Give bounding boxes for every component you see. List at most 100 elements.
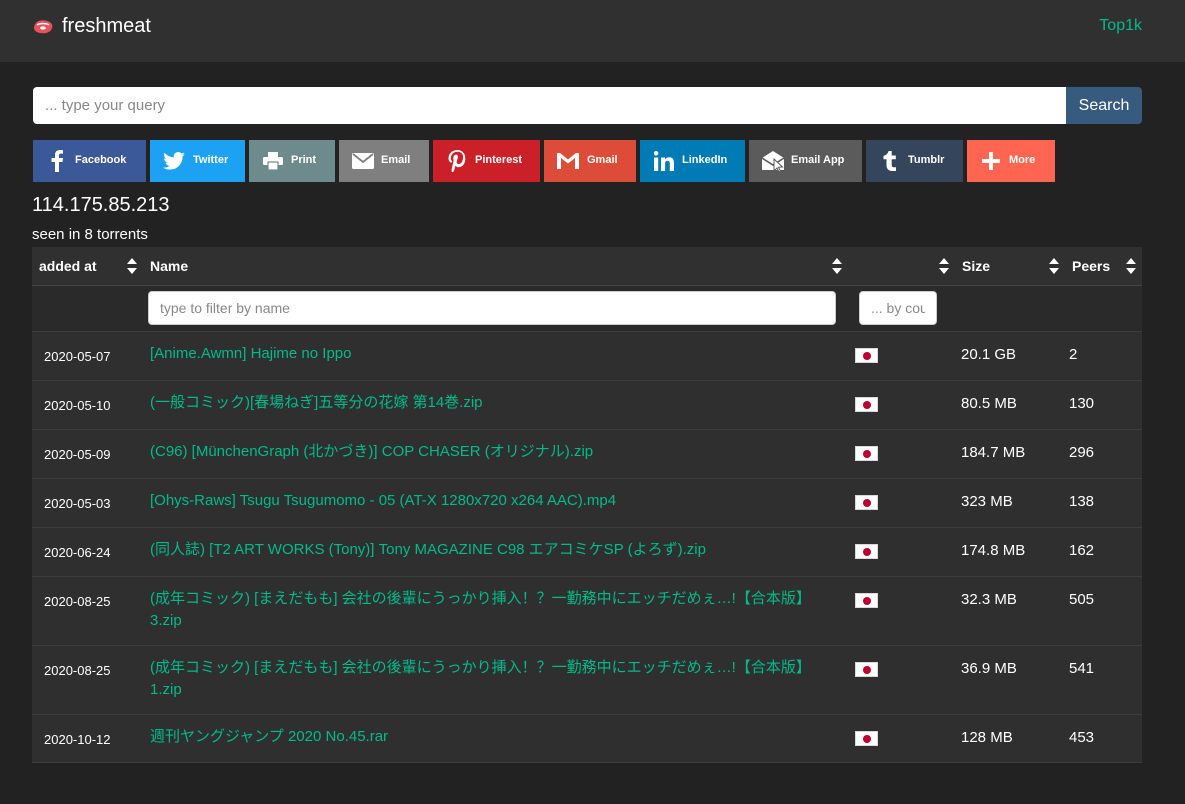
header-label: Name [150, 257, 189, 274]
torrent-size: 174.8 MB [955, 527, 1065, 577]
japan-flag-icon [855, 396, 878, 412]
torrent-name-link[interactable]: [Anime.Awmn] Hajime no Ippo [150, 345, 351, 362]
share-label: Twitter [193, 154, 229, 166]
share-pinterest-button[interactable]: Pinterest [433, 140, 540, 182]
torrent-name-link[interactable]: (同人誌) [T2 ART WORKS (Tony)] Tony MAGAZIN… [150, 541, 706, 558]
peer-count: 505 [1065, 576, 1142, 646]
sort-icon [1049, 258, 1059, 274]
peer-count: 453 [1065, 714, 1142, 763]
email-app-icon [761, 149, 785, 173]
share-gmail-button[interactable]: Gmail [544, 140, 636, 182]
share-twitter-button[interactable]: Twitter [150, 140, 245, 182]
added-date: 2020-08-25 [32, 576, 143, 646]
sort-icon [939, 258, 949, 274]
share-print-button[interactable]: Print [249, 140, 335, 182]
search-button[interactable]: Search [1066, 87, 1142, 124]
share-label: Email App [791, 154, 845, 166]
facebook-icon [45, 149, 69, 173]
torrent-name-link[interactable]: (成年コミック) [まえだもも] 会社の後輩にうっかり挿入！？一勤務中にエッチだ… [150, 659, 811, 698]
table-row: 2020-05-07 [Anime.Awmn] Hajime no Ippo 2… [32, 331, 1142, 381]
search-input[interactable] [33, 87, 1066, 124]
torrent-size: 20.1 GB [955, 331, 1065, 381]
added-date: 2020-05-07 [32, 331, 143, 381]
peer-count: 130 [1065, 380, 1142, 430]
torrent-count-text: seen in 8 torrents [32, 226, 148, 243]
added-date: 2020-05-09 [32, 429, 143, 479]
name-filter-input[interactable] [148, 290, 836, 325]
country-filter-input[interactable] [859, 290, 937, 325]
filter-row [32, 285, 1142, 332]
japan-flag-icon [855, 661, 878, 677]
torrent-size: 80.5 MB [955, 380, 1065, 430]
peer-count: 162 [1065, 527, 1142, 577]
share-email-button[interactable]: Email [339, 140, 429, 182]
table-header-row: added at Name Size Peers [32, 247, 1142, 286]
japan-flag-icon [855, 494, 878, 510]
japan-flag-icon [855, 592, 878, 608]
share-label: Tumblr [908, 154, 945, 166]
brand-link[interactable]: freshmeat [33, 15, 151, 38]
share-linkedin-button[interactable]: LinkedIn [640, 140, 745, 182]
share-email-app-button[interactable]: Email App [749, 140, 862, 182]
table-row: 2020-05-09 (C96) [MünchenGraph (北かづき)] C… [32, 429, 1142, 479]
table-row: 2020-05-03 [Ohys-Raws] Tsugu Tsugumomo -… [32, 478, 1142, 528]
added-date: 2020-06-24 [32, 527, 143, 577]
peer-count: 138 [1065, 478, 1142, 528]
table-row: 2020-06-24 (同人誌) [T2 ART WORKS (Tony)] T… [32, 527, 1142, 577]
torrents-table: added at Name Size Peers type to filter … [32, 247, 1142, 763]
top1k-link[interactable]: Top1k [1099, 17, 1142, 35]
peer-count: 296 [1065, 429, 1142, 479]
gmail-icon [556, 149, 580, 173]
torrent-name-link[interactable]: (C96) [MünchenGraph (北かづき)] COP CHASER (… [150, 443, 593, 460]
sort-icon [1126, 258, 1136, 274]
japan-flag-icon [855, 543, 878, 559]
header-size[interactable]: Size [955, 247, 1065, 286]
added-date: 2020-05-10 [32, 380, 143, 430]
tumblr-icon [878, 149, 902, 173]
linkedin-icon [652, 149, 676, 173]
brand-name: freshmeat [62, 15, 151, 37]
plus-icon [979, 149, 1003, 173]
share-label: Facebook [75, 154, 127, 166]
torrent-name-link[interactable]: (成年コミック) [まえだもも] 会社の後輩にうっかり挿入！？一勤務中にエッチだ… [150, 590, 811, 629]
torrent-name-link[interactable]: [Ohys-Raws] Tsugu Tsugumomo - 05 (AT-X 1… [150, 492, 616, 509]
header-label: Peers [1072, 257, 1111, 274]
share-label: Gmail [587, 154, 618, 166]
japan-flag-icon [855, 730, 878, 746]
table-body: 2020-05-07 [Anime.Awmn] Hajime no Ippo 2… [32, 331, 1142, 763]
sort-icon [832, 258, 842, 274]
navbar: freshmeat Top1k [0, 0, 1185, 62]
email-icon [351, 149, 375, 173]
peer-count: 541 [1065, 645, 1142, 715]
torrent-name-link[interactable]: 週刊ヤングジャンプ 2020 No.45.rar [150, 728, 388, 745]
search-form: Search [33, 87, 1142, 124]
header-name[interactable]: Name [143, 247, 848, 286]
torrent-size: 36.9 MB [955, 645, 1065, 715]
header-peers[interactable]: Peers [1065, 247, 1142, 286]
share-label: LinkedIn [682, 154, 728, 166]
torrent-size: 32.3 MB [955, 576, 1065, 646]
torrent-size: 323 MB [955, 478, 1065, 528]
share-more-button[interactable]: More [967, 140, 1055, 182]
header-added-at[interactable]: added at [32, 247, 143, 286]
share-label: Pinterest [475, 154, 523, 166]
header-label: Size [962, 257, 991, 274]
table-row: 2020-08-25 (成年コミック) [まえだもも] 会社の後輩にうっかり挿入… [32, 576, 1142, 646]
share-label: More [1009, 154, 1036, 166]
print-icon [261, 149, 285, 173]
share-facebook-button[interactable]: Facebook [33, 140, 146, 182]
peer-count: 2 [1065, 331, 1142, 381]
torrent-name-link[interactable]: (一般コミック)[春場ねぎ]五等分の花嫁 第14巻.zip [150, 394, 483, 411]
added-date: 2020-05-03 [32, 478, 143, 528]
japan-flag-icon [855, 445, 878, 461]
share-tumblr-button[interactable]: Tumblr [866, 140, 963, 182]
header-label: added at [39, 257, 97, 274]
pinterest-icon [445, 149, 469, 173]
japan-flag-icon [855, 347, 878, 363]
share-label: Email [381, 154, 411, 166]
share-label: Print [291, 154, 317, 166]
twitter-icon [162, 149, 186, 173]
ip-address-title: 114.175.85.213 [32, 194, 170, 216]
added-date: 2020-10-12 [32, 714, 143, 763]
header-country[interactable] [848, 247, 955, 286]
